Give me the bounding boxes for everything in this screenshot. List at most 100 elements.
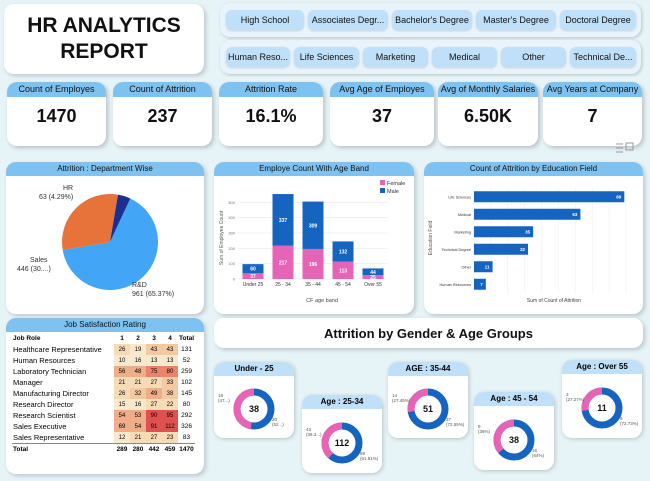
department-pie-chart: HR 63 (4.29%) Sales 446 (30....) R&D 961… — [17, 185, 174, 298]
donut-center-value: 112 — [335, 438, 350, 448]
kpi-value: 237 — [147, 106, 178, 126]
data-label: 32 — [520, 247, 526, 252]
column-header[interactable]: Total — [178, 333, 195, 344]
rating-cell: 75 — [146, 366, 162, 377]
data-label-female: 113 — [339, 268, 347, 274]
bar-education-field[interactable] — [474, 261, 493, 273]
slicer-field-0[interactable]: Human Reso... — [226, 47, 290, 67]
rating-cell: 23 — [162, 432, 178, 444]
donut-chart: 3818(47...)20(52...) — [218, 388, 284, 430]
kpi-label: Attrition Rate — [219, 82, 323, 97]
slicer-education-0[interactable]: High School — [226, 10, 304, 30]
rating-cell: 459 — [162, 443, 178, 455]
slicer-education-3[interactable]: Master's Degree — [476, 10, 556, 30]
y-tick-label: Technical Degree — [442, 248, 471, 252]
slicer-field-2[interactable]: Marketing — [363, 47, 428, 67]
data-label-female: 217 — [279, 260, 288, 266]
kpi-card-attrition: Count of Attrition 237 — [113, 82, 212, 146]
column-header[interactable]: 3 — [146, 333, 162, 344]
rating-cell: 43 — [162, 344, 178, 355]
data-label-male: 44 — [370, 270, 376, 276]
y-tick-label: Medical — [458, 213, 471, 217]
job-role-cell: Healthcare Representative — [13, 345, 102, 354]
job-role-cell: Human Resources — [13, 356, 76, 365]
rating-cell: 53 — [130, 410, 146, 421]
table-row[interactable]: Sales Representative 12 21 27 23 83 — [12, 432, 195, 444]
rating-cell: 13 — [146, 355, 162, 366]
rating-cell: 289 — [114, 443, 130, 455]
table-total-row[interactable]: Total 289 280 442 459 1470 — [12, 443, 196, 455]
department-attrition-panel: Attrition : Department Wise HR 63 (4.29%… — [6, 162, 204, 314]
education-field-slicer: Human Reso... Life Sciences Marketing Me… — [220, 40, 641, 74]
column-header[interactable]: Job Role — [12, 333, 114, 344]
bar-education-field[interactable] — [474, 208, 581, 220]
group-title: Age : 45 - 54 — [474, 392, 554, 406]
job-role-cell: Sales Representative — [13, 433, 85, 442]
column-header[interactable]: 1 — [114, 333, 130, 344]
data-label: 11 — [485, 265, 490, 270]
data-label-male: 132 — [339, 250, 348, 256]
rating-cell: 54 — [130, 421, 146, 432]
table-row[interactable]: Human Resources 10 16 13 13 52 — [12, 355, 195, 366]
table-header-row: Job Role 1 2 3 4 Total — [12, 333, 195, 344]
kpi-card-avg-age: Avg Age of Employes 37 — [330, 82, 434, 146]
legend-female-swatch — [380, 180, 385, 185]
rating-cell: 27 — [146, 432, 162, 444]
donut-label-male-pct: (64%) — [532, 453, 545, 458]
table-row[interactable]: Manager 21 21 27 33 102 — [12, 377, 195, 388]
rating-cell: 13 — [162, 355, 178, 366]
donut-center-value: 38 — [249, 404, 259, 414]
rating-cell: 27 — [146, 377, 162, 388]
bar-education-field[interactable] — [474, 191, 625, 203]
kpi-card-avg-years: Avg Years at Company 7 — [543, 82, 642, 153]
table-row[interactable]: Sales Executive 69 54 91 112 326 — [12, 421, 195, 432]
data-label-female: 37 — [250, 274, 256, 280]
donut-card-over-55: Age : Over 55 11 3 (27.27%) 8 (72.73%) — [562, 360, 642, 438]
y-tick-label: 300 — [228, 231, 235, 236]
slicer-education-2[interactable]: Bachelor's Degree — [392, 10, 472, 30]
data-label: 89 — [616, 195, 622, 200]
y-tick-label: Other — [462, 265, 472, 269]
data-label-female: 196 — [309, 262, 318, 268]
rating-cell: 26 — [114, 344, 130, 355]
donut-card-under-25: Under - 25 38 18 (47...) 20 (52...) — [214, 362, 294, 438]
table-row[interactable]: Healthcare Representative 26 19 43 43 131 — [12, 344, 195, 355]
donut-label-female-pct: (38.3...) — [306, 432, 322, 437]
x-tick-label: Over 55 — [364, 282, 382, 288]
column-header[interactable]: 4 — [162, 333, 178, 344]
y-tick-label: Human Resources — [440, 283, 472, 287]
edu-field-ylabel: Education Field — [428, 221, 434, 256]
kpi-value: 16.1% — [245, 106, 297, 126]
donut-chart: 11243(38.3...)69(61.61%) — [306, 422, 379, 464]
age-band-ylabel: Sum of Employee Count — [219, 210, 225, 265]
table-row[interactable]: Research Scientist 54 53 90 95 292 — [12, 410, 195, 421]
report-title-line1: HR ANALYTICS — [27, 14, 181, 37]
slicer-field-4[interactable]: Other — [501, 47, 566, 67]
table-row[interactable]: Laboratory Technician 56 48 75 80 259 — [12, 366, 195, 377]
data-label-male: 337 — [279, 218, 288, 224]
rating-cell: 259 — [181, 368, 192, 375]
rating-cell: 19 — [130, 344, 146, 355]
slicer-field-1[interactable]: Life Sciences — [294, 47, 359, 67]
slicer-education-1[interactable]: Associates Degr... — [308, 10, 388, 30]
kpi-value: 37 — [371, 106, 393, 126]
kpi-value: 1470 — [36, 106, 77, 126]
age-band-panel: Employe Count With Age Band Sum of Emplo… — [214, 162, 414, 314]
report-title: HR ANALYTICS REPORT — [4, 4, 204, 74]
slicer-field-5[interactable]: Technical De... — [570, 47, 636, 67]
pie-slice-sales[interactable] — [61, 194, 118, 251]
slicer-education-4[interactable]: Doctoral Degree — [560, 10, 636, 30]
group-title: Age : 25-34 — [302, 395, 382, 409]
slicer-field-3[interactable]: Medical — [432, 47, 497, 67]
donut-chart: 5114(27.45%)37(72.55%) — [392, 388, 465, 430]
visual-options-icon[interactable] — [614, 141, 638, 155]
column-header[interactable]: 2 — [130, 333, 146, 344]
table-row[interactable]: Research Director 15 16 27 22 80 — [12, 399, 195, 410]
table-row[interactable]: Manufacturing Director 26 32 49 38 145 — [12, 388, 195, 399]
y-tick-label: 100 — [228, 261, 235, 266]
rating-cell: 16 — [130, 355, 146, 366]
donut-card-45-54: Age : 45 - 54 38 9 (36%) 16 (64%) — [474, 392, 554, 470]
group-title: Age : Over 55 — [562, 360, 642, 374]
donut-center-value: 38 — [509, 435, 519, 445]
report-title-line2: REPORT — [60, 40, 148, 63]
